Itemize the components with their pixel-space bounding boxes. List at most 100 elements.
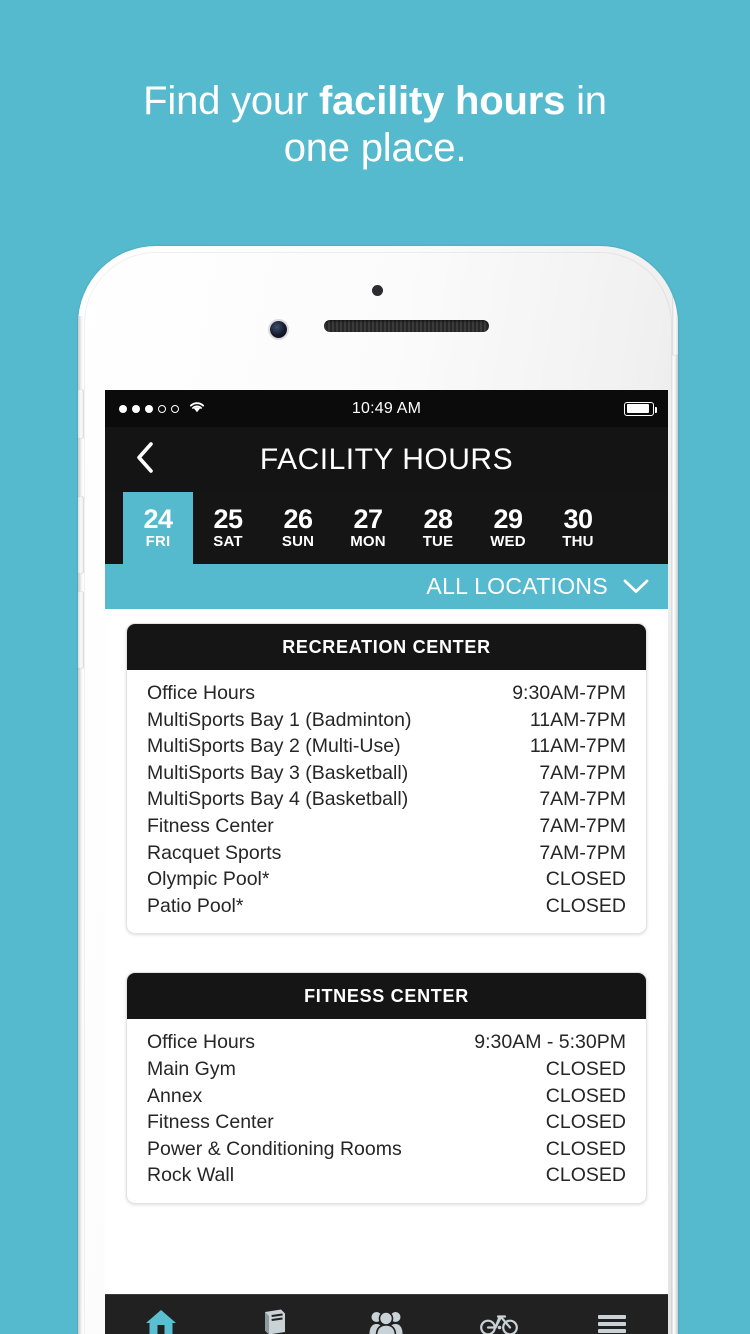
date-weekday: FRI (145, 533, 171, 550)
table-row: Annex CLOSED (147, 1083, 626, 1110)
date-strip-left-pad (105, 492, 123, 564)
back-button[interactable] (125, 427, 164, 492)
facility-name: Fitness Center (147, 814, 274, 837)
power-button[interactable] (672, 256, 678, 356)
date-number: 24 (143, 504, 173, 534)
front-camera-icon (270, 321, 287, 338)
date-weekday: SAT (213, 533, 243, 550)
facility-hours: CLOSED (545, 1084, 626, 1107)
tab-equipment[interactable]: Equipment (443, 1295, 556, 1334)
phone-device-frame: 10:49 AM FACILITY HOURS 24 FRI 25 SAT 26… (78, 246, 678, 1334)
hamburger-icon (596, 1308, 628, 1334)
device-left-edge (78, 316, 83, 1334)
page-title: FACILITY HOURS (259, 442, 514, 476)
proximity-sensor-icon (372, 285, 383, 296)
facility-hours: CLOSED (545, 894, 626, 917)
card-title: RECREATION CENTER (282, 636, 491, 657)
table-row: Rock Wall CLOSED (147, 1162, 626, 1189)
facility-name: Olympic Pool* (147, 868, 270, 891)
date-cell-30[interactable]: 30 THU (543, 492, 613, 564)
bicycle-icon (480, 1308, 518, 1334)
signal-dot-1 (119, 404, 127, 413)
table-row: MultiSports Bay 1 (Badminton) 11AM-7PM (147, 707, 626, 734)
phone-screen: 10:49 AM FACILITY HOURS 24 FRI 25 SAT 26… (105, 390, 668, 1334)
facility-hours: CLOSED (545, 1137, 626, 1160)
table-row: MultiSports Bay 3 (Basketball) 7AM-7PM (147, 760, 626, 787)
facility-name: Patio Pool* (147, 894, 244, 917)
facility-hours: 7AM-7PM (539, 841, 626, 864)
facility-hours: 9:30AM-7PM (512, 682, 626, 704)
volume-up-button[interactable] (78, 496, 84, 574)
headline-text-emphasis: facility hours (319, 79, 566, 123)
date-strip[interactable]: 24 FRI 25 SAT 26 SUN 27 MON 28 TUE 29 WE… (105, 492, 668, 564)
table-row: Fitness Center CLOSED (147, 1109, 626, 1136)
date-number: 27 (353, 504, 383, 534)
table-row: Power & Conditioning Rooms CLOSED (147, 1136, 626, 1163)
location-filter-dropdown[interactable]: ALL LOCATIONS (105, 564, 668, 609)
table-row: Main Gym CLOSED (147, 1056, 626, 1083)
volume-down-button[interactable] (78, 591, 84, 669)
facility-name: Office Hours (147, 1031, 256, 1054)
date-weekday: TUE (422, 533, 454, 550)
chevron-down-icon (622, 578, 650, 595)
card-body: Office Hours 9:30AM-7PM MultiSports Bay … (127, 670, 646, 933)
tab-classes[interactable]: Classes (330, 1295, 443, 1334)
navigation-bar: FACILITY HOURS (105, 427, 668, 492)
facility-name: MultiSports Bay 1 (Badminton) (147, 708, 412, 731)
date-number: 30 (563, 504, 593, 534)
facility-hours-list[interactable]: RECREATION CENTER Office Hours 9:30AM-7P… (105, 609, 668, 1334)
signal-dot-2 (132, 404, 140, 413)
facility-name: Fitness Center (147, 1111, 274, 1134)
date-cell-24[interactable]: 24 FRI (123, 492, 193, 564)
tab-home[interactable]: Home (105, 1295, 218, 1334)
status-bar-right (624, 401, 657, 416)
date-weekday: THU (562, 533, 594, 550)
device-right-edge (673, 316, 678, 1334)
status-bar: 10:49 AM (105, 390, 668, 427)
signal-dot-5 (171, 404, 179, 413)
status-bar-left (119, 400, 206, 417)
facility-name: Racquet Sports (147, 841, 282, 864)
date-cell-27[interactable]: 27 MON (333, 492, 403, 564)
facility-name: MultiSports Bay 2 (Multi-Use) (147, 735, 401, 758)
date-weekday: MON (350, 533, 386, 550)
facility-card-recreation-center: RECREATION CENTER Office Hours 9:30AM-7P… (126, 623, 647, 935)
facility-name: Annex (147, 1084, 203, 1107)
facility-hours: 7AM-7PM (539, 788, 626, 811)
facility-name: MultiSports Bay 3 (Basketball) (147, 761, 409, 784)
date-weekday: WED (490, 533, 526, 550)
silent-switch[interactable] (78, 389, 84, 439)
card-header: RECREATION CENTER (127, 624, 646, 670)
table-row: Olympic Pool* CLOSED (147, 866, 626, 893)
signal-dot-4 (158, 404, 166, 413)
battery-icon (624, 401, 657, 416)
date-number: 26 (283, 504, 313, 534)
book-icon (259, 1308, 289, 1334)
card-title: FITNESS CENTER (304, 985, 469, 1006)
facility-hours: 9:30AM - 5:30PM (474, 1031, 626, 1054)
date-cell-26[interactable]: 26 SUN (263, 492, 333, 564)
tab-reservations[interactable]: Reservations (218, 1295, 331, 1334)
wifi-icon (188, 400, 206, 417)
facility-hours: 11AM-7PM (529, 735, 626, 758)
signal-dot-3 (145, 404, 153, 413)
tab-more[interactable]: More (555, 1295, 668, 1334)
chevron-left-icon (135, 441, 154, 479)
table-row: Office Hours 9:30AM - 5:30PM (147, 1029, 626, 1056)
card-header: FITNESS CENTER (127, 973, 646, 1020)
facility-hours: CLOSED (545, 1164, 626, 1187)
facility-name: Power & Conditioning Rooms (147, 1137, 402, 1160)
marketing-headline: Find your facility hours in one place. (0, 78, 750, 172)
date-cell-29[interactable]: 29 WED (473, 492, 543, 564)
date-number: 29 (493, 504, 523, 534)
facility-name: Rock Wall (147, 1164, 235, 1187)
facility-hours: 7AM-7PM (539, 761, 626, 784)
date-cell-25[interactable]: 25 SAT (193, 492, 263, 564)
date-number: 28 (423, 504, 453, 534)
facility-hours: 11AM-7PM (529, 708, 626, 731)
facility-hours: CLOSED (545, 1111, 626, 1134)
date-cell-28[interactable]: 28 TUE (403, 492, 473, 564)
table-row: Patio Pool* CLOSED (147, 893, 626, 920)
earpiece-speaker (324, 320, 489, 332)
facility-hours: CLOSED (545, 868, 626, 891)
